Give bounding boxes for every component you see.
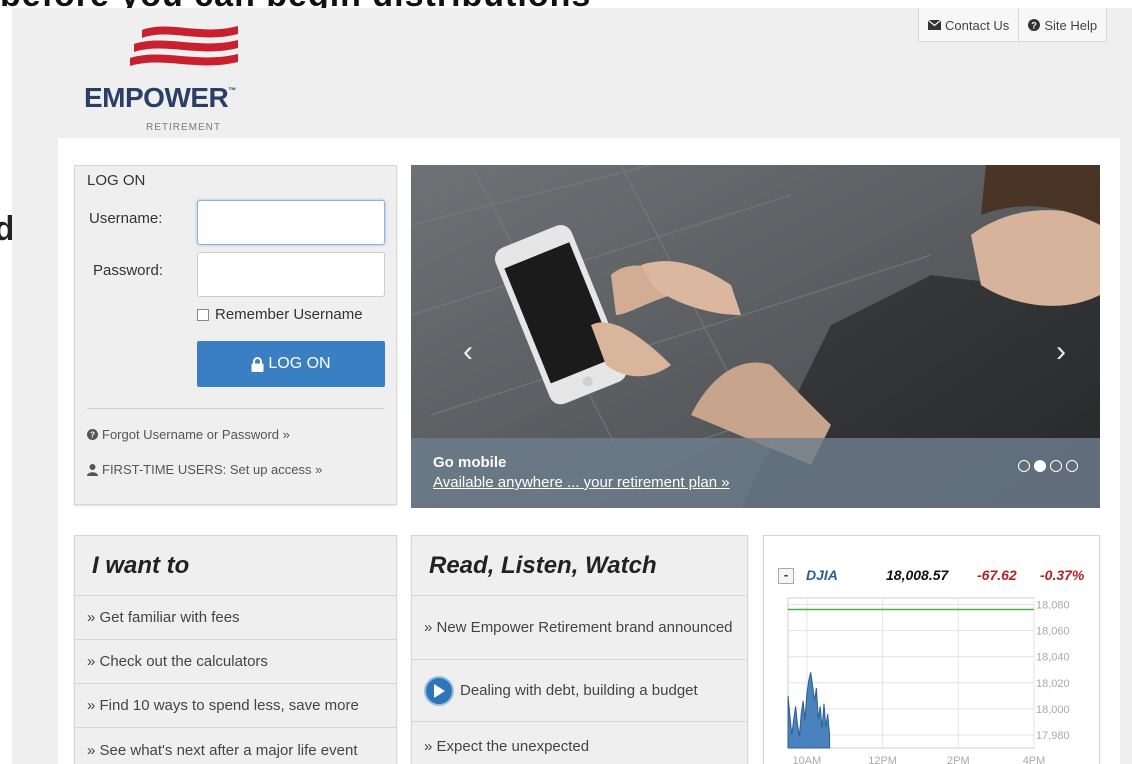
contact-us-link[interactable]: Contact Us [919,8,1018,42]
collapse-toggle[interactable]: - [778,568,794,584]
svg-text:?: ? [1032,21,1038,31]
x-tick-label: 10AM [793,755,822,764]
login-title: LOG ON [87,172,146,189]
empower-logo[interactable]: EMPOWER™ RETIREMENT [84,22,264,133]
carousel-dot[interactable] [1018,460,1030,472]
flag-stripes-icon [130,26,238,66]
checkbox-box[interactable] [197,308,209,321]
djia-intraday-chart: 18,080 18,060 18,040 18,020 18,000 17,980 10AM… [787,597,1070,764]
x-tick-label: 12PM [868,755,897,764]
read-listen-watch-item[interactable]: » Expect the unexpected [412,722,747,764]
remember-username-label: Remember Username [215,306,363,323]
hero-title: Go mobile [433,454,507,471]
i-want-to-item[interactable]: » See what's next after a major life eve… [75,728,396,764]
remember-username-checkbox[interactable]: Remember Username [197,306,363,323]
user-icon [87,463,98,476]
username-input[interactable] [197,200,385,245]
read-listen-watch-item[interactable]: » New Empower Retirement brand announced [412,596,747,660]
logo-wordmark: EMPOWER™ [84,82,236,113]
hero-link[interactable]: Available anywhere ... your retirement p… [433,474,730,491]
envelope-icon [928,20,941,30]
contact-us-label: Contact Us [945,17,1010,33]
i-want-to-item[interactable]: » Get familiar with fees [75,596,396,640]
read-listen-watch-item-video[interactable]: Dealing with debt, building a budget [412,660,747,722]
y-tick-label: 17,980 [1036,730,1070,742]
y-tick-label: 18,080 [1036,600,1070,612]
forgot-credentials-label: Forgot Username or Password » [102,427,290,442]
password-input[interactable] [197,252,385,297]
djia-symbol: DJIA [806,567,838,583]
site-help-link[interactable]: ? Site Help [1018,8,1106,42]
log-on-button-label: LOG ON [268,355,331,372]
i-want-to-item[interactable]: » Check out the calculators [75,640,396,684]
djia-percent: -0.37% [1040,567,1085,583]
djia-value: 18,008.57 [886,567,949,583]
carousel-next-arrow-icon[interactable]: › [1056,335,1066,369]
x-tick-label: 2PM [947,755,970,764]
carousel-prev-arrow-icon[interactable]: ‹ [463,335,473,369]
question-circle-icon: ? [1028,19,1041,31]
top-utility-links: Contact Us ? Site Help [918,8,1108,42]
djia-change: -67.62 [977,567,1017,583]
read-listen-watch-title: Read, Listen, Watch [412,536,747,596]
video-item-label: Dealing with debt, building a budget [460,682,698,699]
i-want-to-item[interactable]: » Find 10 ways to spend less, save more [75,684,396,728]
carousel-dot[interactable] [1066,460,1078,472]
site-help-label: Site Help [1044,17,1098,33]
carousel-dot[interactable] [1034,460,1046,472]
first-time-users-link[interactable]: FIRST-TIME USERS: Set up access » [87,462,322,477]
login-divider [87,408,384,409]
password-label: Password: [93,262,164,279]
read-listen-watch-box: Read, Listen, Watch » New Empower Retire… [411,535,748,764]
play-icon [424,675,454,706]
log-on-button[interactable]: LOG ON [197,341,385,387]
hero-carousel: ‹ › Go mobile Available anywhere ... you… [411,165,1100,508]
i-want-to-box: I want to » Get familiar with fees » Che… [74,535,397,764]
y-tick-label: 18,020 [1036,678,1070,690]
djia-ticker-widget: - DJIA 18,008.57 -67.62 -0.37% 18,080 18,… [763,535,1100,764]
carousel-indicators [1018,460,1078,472]
y-tick-label: 18,040 [1036,652,1070,664]
empower-portal-page: EMPOWER™ RETIREMENT Contact Us ? Site He… [12,8,1132,764]
carousel-dot[interactable] [1050,460,1062,472]
svg-text:?: ? [90,431,95,440]
forgot-credentials-link[interactable]: ? Forgot Username or Password » [87,427,290,442]
y-tick-label: 18,060 [1036,626,1070,638]
login-box: LOG ON Username: Password: Remember User… [74,165,397,505]
logo-tagline: RETIREMENT [146,122,221,133]
lock-icon [251,356,264,372]
y-tick-label: 18,000 [1036,704,1070,716]
first-time-users-label: FIRST-TIME USERS: Set up access » [102,462,323,477]
question-circle-icon: ? [87,429,98,440]
hero-caption: Go mobile Available anywhere ... your re… [411,438,1100,508]
username-label: Username: [89,210,163,227]
i-want-to-title: I want to [75,536,396,596]
x-tick-label: 4PM [1023,755,1046,764]
